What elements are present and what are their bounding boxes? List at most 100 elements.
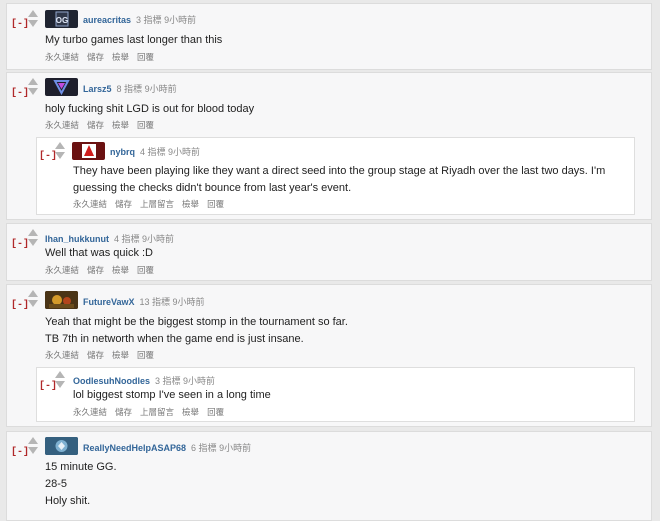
report-link[interactable]: 檢舉 bbox=[112, 350, 129, 360]
author-link[interactable]: aureacritas bbox=[83, 15, 131, 25]
points: 3 指標 bbox=[136, 15, 162, 25]
parent-link[interactable]: 上層留言 bbox=[140, 199, 174, 209]
points: 6 指標 bbox=[191, 443, 217, 453]
downvote-icon[interactable] bbox=[28, 20, 38, 27]
author-link[interactable]: nybrq bbox=[110, 147, 135, 157]
comment-line: Well that was quick :D bbox=[45, 247, 154, 259]
reply-link[interactable]: 回覆 bbox=[207, 407, 224, 417]
hero-portrait-icon bbox=[45, 291, 78, 309]
report-link[interactable]: 檢舉 bbox=[112, 265, 129, 275]
comment-tagline: OodlesuhNoodles 3 指標 9小時前 bbox=[73, 374, 215, 387]
comment-tagline: Larsz5 8 指標 9小時前 bbox=[83, 82, 177, 95]
comment-line: guessing the checks didn't bounce from l… bbox=[73, 182, 352, 194]
points: 3 指標 bbox=[155, 376, 181, 386]
author-link[interactable]: ReallyNeedHelpASAP68 bbox=[83, 443, 186, 453]
points: 8 指標 bbox=[116, 84, 143, 94]
permalink-link[interactable]: 永久連結 bbox=[45, 120, 79, 130]
comment: [-] OG aureacritas 3 指標 9小時前 My turbo gam… bbox=[6, 3, 652, 70]
avatar[interactable] bbox=[45, 437, 78, 455]
save-link[interactable]: 儲存 bbox=[87, 265, 104, 275]
reply-link[interactable]: 回覆 bbox=[137, 350, 154, 360]
comment-tagline: FutureVawX 13 指標 9小時前 bbox=[83, 295, 205, 308]
vote-arrows bbox=[27, 437, 39, 454]
points: 4 指標 bbox=[140, 147, 166, 157]
comment-line: holy fucking shit LGD is out for blood t… bbox=[45, 103, 255, 115]
timestamp: 9小時前 bbox=[144, 84, 177, 94]
avatar[interactable] bbox=[72, 142, 105, 160]
permalink-link[interactable]: 永久連結 bbox=[73, 407, 107, 417]
comment: [-] FutureVawX 13 指標 9小時前 Yeah that might… bbox=[6, 284, 652, 427]
save-link[interactable]: 儲存 bbox=[87, 52, 104, 62]
author-link[interactable]: FutureVawX bbox=[83, 297, 135, 307]
downvote-icon[interactable] bbox=[28, 447, 38, 454]
save-link[interactable]: 儲存 bbox=[115, 407, 132, 417]
reply-link[interactable]: 回覆 bbox=[137, 265, 154, 275]
comment-tagline: ReallyNeedHelpASAP68 6 指標 9小時前 bbox=[83, 441, 251, 454]
upvote-icon[interactable] bbox=[55, 371, 65, 378]
timestamp: 9小時前 bbox=[219, 443, 252, 453]
team-logo-icon bbox=[53, 80, 70, 96]
comment-line: My turbo games last longer than this bbox=[45, 34, 223, 46]
reply-comment: [-] OodlesuhNoodles 3 指標 9小時前 lol biggest… bbox=[36, 367, 635, 422]
downvote-icon[interactable] bbox=[55, 381, 65, 388]
svg-text:OG: OG bbox=[56, 16, 68, 25]
avatar[interactable]: OG bbox=[45, 10, 78, 28]
reply-comment: [-] nybrq 4 指標 9小時前 They have been playin… bbox=[36, 137, 635, 215]
upvote-icon[interactable] bbox=[28, 437, 38, 444]
comment-line: 15 minute GG. bbox=[45, 461, 117, 473]
comment-actions: 永久連結 儲存 檢舉 回覆 bbox=[45, 51, 162, 63]
comment: [-] ReallyNeedHelpASAP68 6 指標 9小時前 15 min… bbox=[6, 431, 652, 521]
points: 4 指標 bbox=[114, 234, 140, 244]
avatar[interactable] bbox=[45, 78, 78, 96]
upvote-icon[interactable] bbox=[28, 78, 38, 85]
save-link[interactable]: 儲存 bbox=[115, 199, 132, 209]
permalink-link[interactable]: 永久連結 bbox=[45, 350, 79, 360]
vote-arrows bbox=[54, 142, 66, 159]
author-link[interactable]: Larsz5 bbox=[83, 84, 112, 94]
comment: [-] Larsz5 8 指標 9小時前 holy fucking shit LG… bbox=[6, 72, 652, 220]
comment-body: Yeah that might be the biggest stomp in … bbox=[45, 314, 348, 348]
comment-body: Well that was quick :D bbox=[45, 245, 153, 262]
upvote-icon[interactable] bbox=[28, 290, 38, 297]
og-logo-icon: OG bbox=[55, 11, 69, 27]
timestamp: 9小時前 bbox=[142, 234, 175, 244]
report-link[interactable]: 檢舉 bbox=[182, 407, 199, 417]
parent-link[interactable]: 上層留言 bbox=[140, 407, 174, 417]
permalink-link[interactable]: 永久連結 bbox=[45, 52, 79, 62]
report-link[interactable]: 檢舉 bbox=[112, 120, 129, 130]
vote-arrows bbox=[27, 10, 39, 27]
upvote-icon[interactable] bbox=[55, 142, 65, 149]
comment-body: They have been playing like they want a … bbox=[73, 163, 605, 197]
permalink-link[interactable]: 永久連結 bbox=[45, 265, 79, 275]
save-link[interactable]: 儲存 bbox=[87, 350, 104, 360]
vote-arrows bbox=[27, 290, 39, 307]
downvote-icon[interactable] bbox=[55, 152, 65, 159]
upvote-icon[interactable] bbox=[28, 10, 38, 17]
comment-body: lol biggest stomp I've seen in a long ti… bbox=[73, 387, 271, 404]
report-link[interactable]: 檢舉 bbox=[182, 199, 199, 209]
report-link[interactable]: 檢舉 bbox=[112, 52, 129, 62]
downvote-icon[interactable] bbox=[28, 88, 38, 95]
comment-line: Holy shit. bbox=[45, 495, 91, 507]
reply-link[interactable]: 回覆 bbox=[207, 199, 224, 209]
reply-link[interactable]: 回覆 bbox=[137, 120, 154, 130]
avatar[interactable] bbox=[45, 291, 78, 309]
timestamp: 9小時前 bbox=[183, 376, 216, 386]
save-link[interactable]: 儲存 bbox=[87, 120, 104, 130]
reply-link[interactable]: 回覆 bbox=[137, 52, 154, 62]
comment-body: My turbo games last longer than this bbox=[45, 32, 222, 49]
comment-line: They have been playing like they want a … bbox=[73, 165, 606, 177]
upvote-icon[interactable] bbox=[28, 229, 38, 236]
comment-tagline: Ihan_hukkunut 4 指標 9小時前 bbox=[45, 232, 174, 245]
author-link[interactable]: Ihan_hukkunut bbox=[45, 234, 109, 244]
timestamp: 9小時前 bbox=[164, 15, 197, 25]
comment-body: 15 minute GG. 28-5 Holy shit. bbox=[45, 459, 117, 510]
permalink-link[interactable]: 永久連結 bbox=[73, 199, 107, 209]
comment-body: holy fucking shit LGD is out for blood t… bbox=[45, 101, 254, 118]
comment-actions: 永久連結 儲存 上層留言 檢舉 回覆 bbox=[73, 198, 232, 210]
author-link[interactable]: OodlesuhNoodles bbox=[73, 376, 150, 386]
downvote-icon[interactable] bbox=[28, 300, 38, 307]
downvote-icon[interactable] bbox=[28, 239, 38, 246]
arrow-logo-icon bbox=[82, 144, 96, 158]
timestamp: 9小時前 bbox=[172, 297, 205, 307]
